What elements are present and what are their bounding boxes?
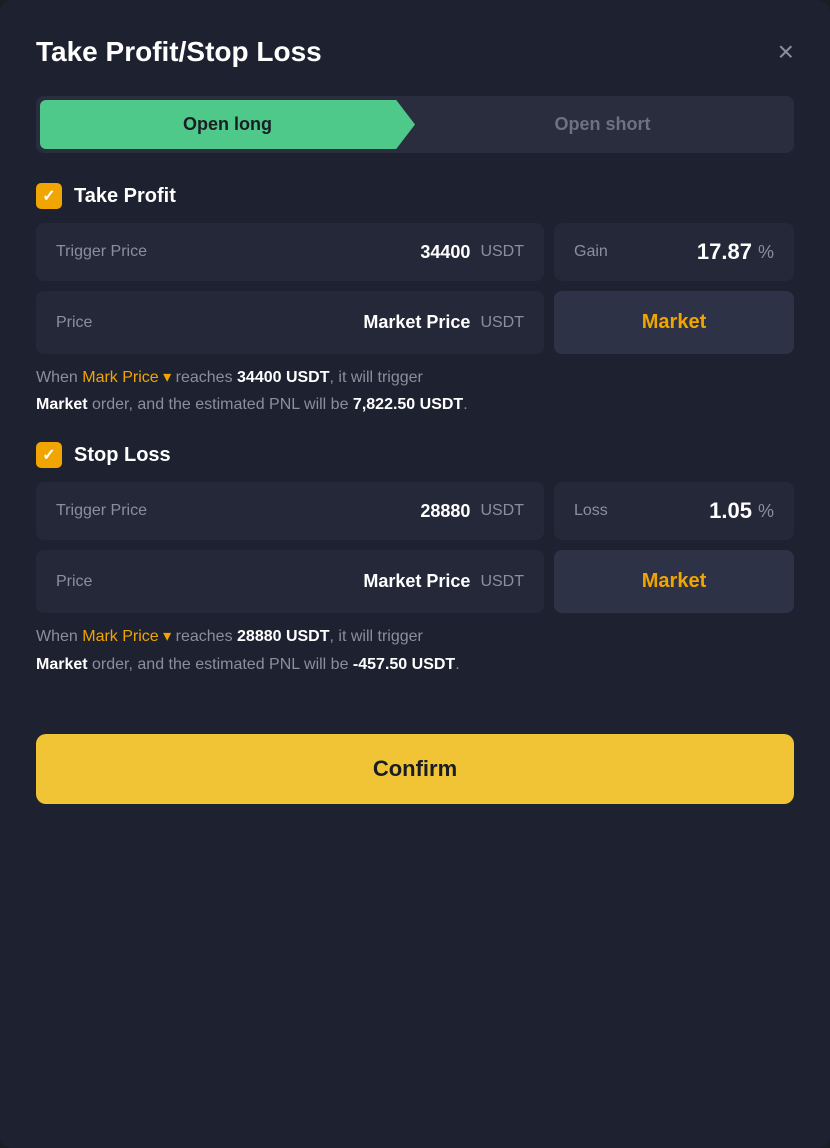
checkmark-icon: ✓ (42, 186, 55, 206)
stop-loss-info-when: When (36, 628, 82, 645)
tab-bar: Open long Open short (36, 96, 794, 153)
stop-loss-trigger-label: Trigger Price (56, 502, 147, 520)
stop-loss-price-row: Price Market Price USDT Market (36, 550, 794, 613)
gain-label: Gain (574, 243, 608, 261)
stop-loss-loss-box: Loss 1.05 % (554, 482, 794, 540)
tab-open-long[interactable]: Open long (40, 100, 415, 149)
take-profit-trigger-box: Trigger Price 34400 USDT (36, 223, 544, 281)
take-profit-info-when: When (36, 369, 82, 386)
stop-loss-checkbox[interactable]: ✓ (36, 442, 62, 468)
stop-loss-section: ✓ Stop Loss Trigger Price 28880 USDT Los… (36, 442, 794, 677)
loss-value: 1.05 (709, 498, 752, 524)
take-profit-price-box: Price Market Price USDT (36, 291, 544, 354)
take-profit-info-mid: reaches 34400 USDT, it will trigger (176, 369, 423, 386)
take-profit-trigger-value: 34400 (420, 242, 470, 263)
stop-loss-trigger-unit: USDT (480, 502, 524, 520)
take-profit-info-end: order, and the estimated PNL will be 7,8… (92, 396, 468, 413)
stop-loss-price-unit: USDT (480, 573, 524, 591)
stop-loss-price-value: Market Price (363, 571, 470, 592)
take-profit-price-unit: USDT (480, 314, 524, 332)
gain-value: 17.87 (697, 239, 752, 265)
take-profit-trigger-right: 34400 USDT (420, 242, 524, 263)
stop-loss-trigger-right: 28880 USDT (420, 501, 524, 522)
take-profit-order-type: Market (36, 396, 88, 413)
loss-label: Loss (574, 502, 608, 520)
stop-loss-trigger-box: Trigger Price 28880 USDT (36, 482, 544, 540)
stop-loss-price-box: Price Market Price USDT (36, 550, 544, 613)
stop-loss-info-end: order, and the estimated PNL will be -45… (92, 656, 460, 673)
stop-loss-info: When Mark Price ▾ reaches 28880 USDT, it… (36, 623, 794, 677)
modal-header: Take Profit/Stop Loss × (36, 36, 794, 68)
gain-unit: % (758, 242, 774, 263)
stop-loss-mark-price[interactable]: Mark Price ▾ (82, 628, 171, 645)
modal-title: Take Profit/Stop Loss (36, 36, 322, 68)
take-profit-title: Take Profit (74, 185, 176, 208)
loss-right: 1.05 % (709, 498, 774, 524)
take-profit-price-right: Market Price USDT (363, 312, 524, 333)
stop-loss-trigger-row: Trigger Price 28880 USDT Loss 1.05 % (36, 482, 794, 540)
take-profit-trigger-unit: USDT (480, 243, 524, 261)
loss-unit: % (758, 501, 774, 522)
take-profit-section: ✓ Take Profit Trigger Price 34400 USDT G… (36, 183, 794, 418)
close-button[interactable]: × (778, 38, 794, 66)
stop-loss-price-label: Price (56, 573, 92, 591)
take-profit-mark-price[interactable]: Mark Price ▾ (82, 369, 171, 386)
take-profit-label-row: ✓ Take Profit (36, 183, 794, 209)
tab-open-short[interactable]: Open short (415, 100, 790, 149)
modal: Take Profit/Stop Loss × Open long Open s… (0, 0, 830, 1148)
confirm-button[interactable]: Confirm (36, 734, 794, 804)
stop-loss-market-button[interactable]: Market (554, 550, 794, 613)
gain-right: 17.87 % (697, 239, 774, 265)
take-profit-info: When Mark Price ▾ reaches 34400 USDT, it… (36, 364, 794, 418)
take-profit-market-button[interactable]: Market (554, 291, 794, 354)
take-profit-trigger-label: Trigger Price (56, 243, 147, 261)
take-profit-price-value: Market Price (363, 312, 470, 333)
stop-loss-label-row: ✓ Stop Loss (36, 442, 794, 468)
stop-loss-checkmark-icon: ✓ (42, 445, 55, 465)
stop-loss-info-mid: reaches 28880 USDT, it will trigger (176, 628, 423, 645)
take-profit-trigger-row: Trigger Price 34400 USDT Gain 17.87 % (36, 223, 794, 281)
stop-loss-price-right: Market Price USDT (363, 571, 524, 592)
stop-loss-order-type: Market (36, 656, 88, 673)
take-profit-checkbox[interactable]: ✓ (36, 183, 62, 209)
take-profit-price-label: Price (56, 314, 92, 332)
stop-loss-title: Stop Loss (74, 444, 171, 467)
stop-loss-trigger-value: 28880 (420, 501, 470, 522)
take-profit-gain-box: Gain 17.87 % (554, 223, 794, 281)
take-profit-price-row: Price Market Price USDT Market (36, 291, 794, 354)
